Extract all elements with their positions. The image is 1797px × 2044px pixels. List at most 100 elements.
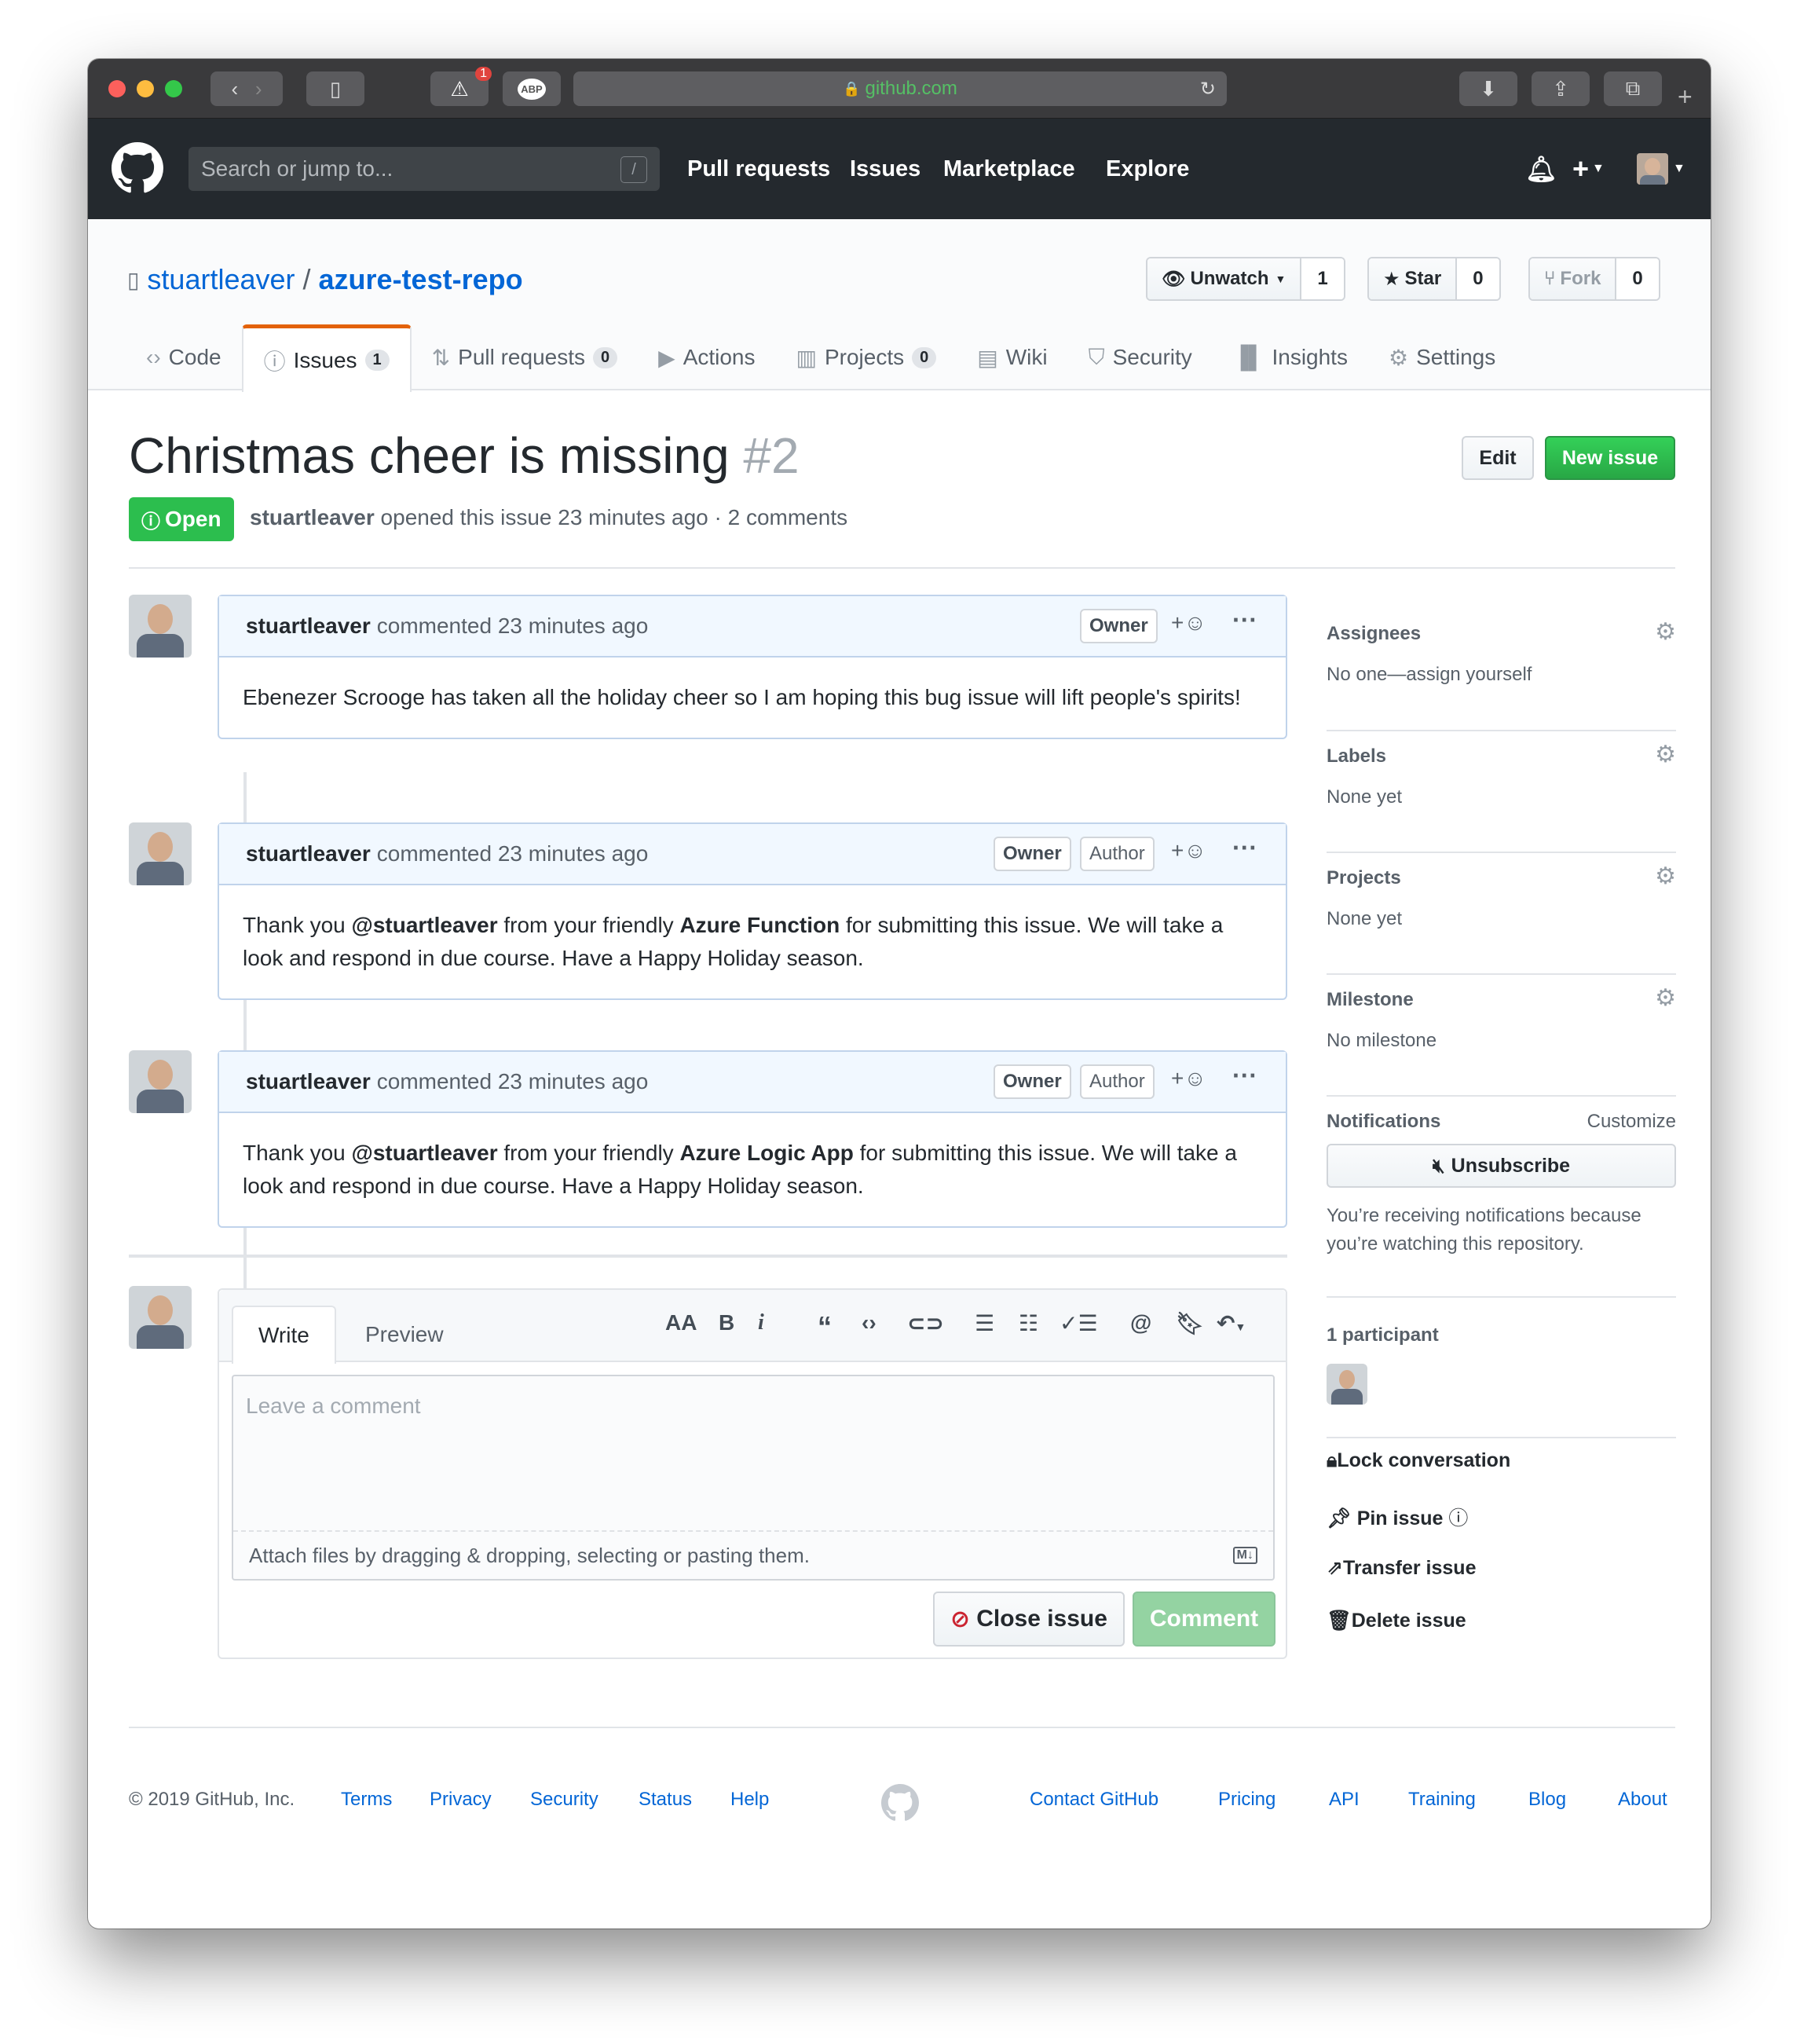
customize-link[interactable]: Customize: [1587, 1111, 1676, 1133]
comment-textarea[interactable]: Leave a comment Attach files by dragging…: [232, 1375, 1275, 1581]
tab-preview[interactable]: Preview: [340, 1306, 469, 1364]
gear-icon[interactable]: ⚙: [1655, 741, 1676, 768]
create-new-dropdown[interactable]: + ▼: [1572, 119, 1605, 219]
user-menu-dropdown[interactable]: ▼: [1637, 119, 1685, 219]
user-mention-link[interactable]: @stuartleaver: [352, 913, 498, 937]
tab-issues[interactable]: ⓘ Issues 1: [241, 324, 412, 392]
footer-link-security[interactable]: Security: [530, 1789, 598, 1811]
zoom-window-button[interactable]: [165, 80, 182, 97]
markdown-icon[interactable]: M↓: [1232, 1547, 1257, 1564]
new-tab-icon[interactable]: +: [1678, 82, 1693, 112]
bell-icon[interactable]: 🔔︎: [1525, 119, 1557, 219]
sidebar-projects[interactable]: Projects ⚙ None yet: [1327, 853, 1676, 973]
nav-pull-requests[interactable]: Pull requests: [687, 119, 830, 219]
close-window-button[interactable]: [108, 80, 126, 97]
fork-button[interactable]: ⑂ Fork: [1530, 258, 1617, 299]
footer-link-terms[interactable]: Terms: [341, 1789, 392, 1811]
code-icon[interactable]: ‹›: [862, 1310, 877, 1335]
repo-owner-link[interactable]: stuartleaver: [147, 263, 295, 296]
bold-icon[interactable]: B: [719, 1310, 734, 1335]
add-reaction-button[interactable]: +☺: [1171, 1066, 1206, 1091]
lock-conversation-link[interactable]: 🔒︎Lock conversation: [1327, 1449, 1510, 1472]
issue-author-link[interactable]: stuartleaver: [250, 505, 375, 529]
comment-timestamp[interactable]: commented 23 minutes ago: [377, 614, 649, 639]
footer-link-help[interactable]: Help: [730, 1789, 769, 1811]
comment-author-link[interactable]: stuartleaver: [246, 1069, 371, 1094]
sidebar-labels[interactable]: Labels ⚙ None yet: [1327, 731, 1676, 852]
unwatch-button[interactable]: 👁︎ Unwatch ▼: [1147, 258, 1302, 299]
adblock-extension-button[interactable]: ABP: [503, 71, 561, 106]
github-mark-icon[interactable]: [881, 1784, 919, 1822]
avatar[interactable]: [129, 822, 192, 885]
comment-timestamp[interactable]: commented 23 minutes ago: [377, 841, 649, 866]
github-logo-icon[interactable]: [112, 142, 163, 194]
star-count[interactable]: 0: [1457, 258, 1499, 299]
footer-link-blog[interactable]: Blog: [1528, 1789, 1566, 1811]
star-button[interactable]: ★ Star: [1369, 258, 1458, 299]
downloads-button[interactable]: ⬇: [1459, 71, 1517, 106]
task-list-icon[interactable]: ✓☰: [1060, 1310, 1098, 1336]
user-mention-link[interactable]: @stuartleaver: [352, 1141, 498, 1165]
tab-security[interactable]: ⛉ Security: [1068, 324, 1213, 390]
mention-icon[interactable]: @: [1130, 1310, 1151, 1335]
tabs-overview-button[interactable]: ⧉: [1604, 71, 1662, 106]
footer-link-api[interactable]: API: [1329, 1789, 1360, 1811]
sidebar-toggle-button[interactable]: ▯: [306, 71, 364, 106]
address-bar[interactable]: 🔒 github.com ↻: [573, 71, 1227, 106]
back-forward-buttons[interactable]: ‹ ›: [210, 71, 283, 106]
ordered-list-icon[interactable]: ☷: [1019, 1310, 1038, 1336]
avatar[interactable]: [129, 1050, 192, 1113]
link-icon[interactable]: ⊂⊃: [907, 1310, 944, 1336]
reload-icon[interactable]: ↻: [1200, 78, 1216, 101]
unsubscribe-button[interactable]: 🔇︎ Unsubscribe: [1327, 1144, 1676, 1188]
unordered-list-icon[interactable]: ☰: [975, 1310, 994, 1336]
gear-icon[interactable]: ⚙: [1655, 984, 1676, 1012]
tab-code[interactable]: ‹› Code: [126, 324, 242, 390]
fork-count[interactable]: 0: [1616, 258, 1659, 299]
gear-icon[interactable]: ⚙: [1655, 618, 1676, 646]
edit-button[interactable]: Edit: [1462, 436, 1534, 480]
warning-extension-button[interactable]: ⚠ 1: [430, 67, 492, 106]
more-options-icon[interactable]: ···: [1232, 606, 1257, 635]
delete-issue-link[interactable]: 🗑︎Delete issue: [1327, 1610, 1466, 1632]
tab-projects[interactable]: ▥ Projects 0: [776, 324, 957, 390]
participant-avatar[interactable]: [1327, 1364, 1367, 1405]
add-reaction-button[interactable]: +☺: [1171, 838, 1206, 863]
gear-icon[interactable]: ⚙: [1655, 863, 1676, 890]
footer-link-privacy[interactable]: Privacy: [430, 1789, 492, 1811]
back-icon[interactable]: ‹: [231, 77, 238, 101]
close-issue-button[interactable]: ⊘ Close issue: [933, 1592, 1125, 1647]
search-input[interactable]: Search or jump to... /: [188, 147, 660, 191]
tab-pull-requests[interactable]: ⇅ Pull requests 0: [412, 324, 638, 390]
comment-author-link[interactable]: stuartleaver: [246, 841, 371, 866]
footer-link-status[interactable]: Status: [639, 1789, 692, 1811]
footer-link-training[interactable]: Training: [1408, 1789, 1476, 1811]
avatar[interactable]: [129, 595, 192, 658]
comment-author-link[interactable]: stuartleaver: [246, 614, 371, 639]
new-issue-button[interactable]: New issue: [1545, 436, 1675, 480]
add-reaction-button[interactable]: +☺: [1171, 610, 1206, 636]
info-icon[interactable]: ⓘ: [1448, 1507, 1468, 1529]
tab-wiki[interactable]: ▤ Wiki: [957, 324, 1067, 390]
italic-icon[interactable]: i: [758, 1310, 764, 1335]
footer-link-about[interactable]: About: [1618, 1789, 1667, 1811]
assign-yourself-link[interactable]: No one—assign yourself: [1327, 664, 1532, 686]
footer-link-contact[interactable]: Contact GitHub: [1030, 1789, 1158, 1811]
comment-button[interactable]: Comment: [1133, 1592, 1275, 1647]
sidebar-milestone[interactable]: Milestone ⚙ No milestone: [1327, 975, 1676, 1095]
reply-icon[interactable]: ↶▼: [1217, 1310, 1246, 1336]
heading-icon[interactable]: AA: [665, 1310, 697, 1335]
bookmark-icon[interactable]: 🔖︎: [1176, 1310, 1204, 1336]
nav-marketplace[interactable]: Marketplace: [943, 119, 1075, 219]
minimize-window-button[interactable]: [137, 80, 154, 97]
nav-issues[interactable]: Issues: [850, 119, 920, 219]
repo-name-link[interactable]: azure-test-repo: [319, 263, 523, 296]
nav-explore[interactable]: Explore: [1106, 119, 1189, 219]
tab-actions[interactable]: ▶ Actions: [638, 324, 775, 390]
tab-insights[interactable]: ▐▌ Insights: [1213, 324, 1368, 390]
sidebar-assignees[interactable]: Assignees ⚙ No one—assign yourself: [1327, 609, 1676, 730]
forward-icon[interactable]: ›: [255, 77, 262, 101]
pin-issue-link[interactable]: 📌︎ Pin issue ⓘ: [1327, 1503, 1468, 1531]
footer-link-pricing[interactable]: Pricing: [1218, 1789, 1275, 1811]
more-options-icon[interactable]: ···: [1232, 1061, 1257, 1090]
